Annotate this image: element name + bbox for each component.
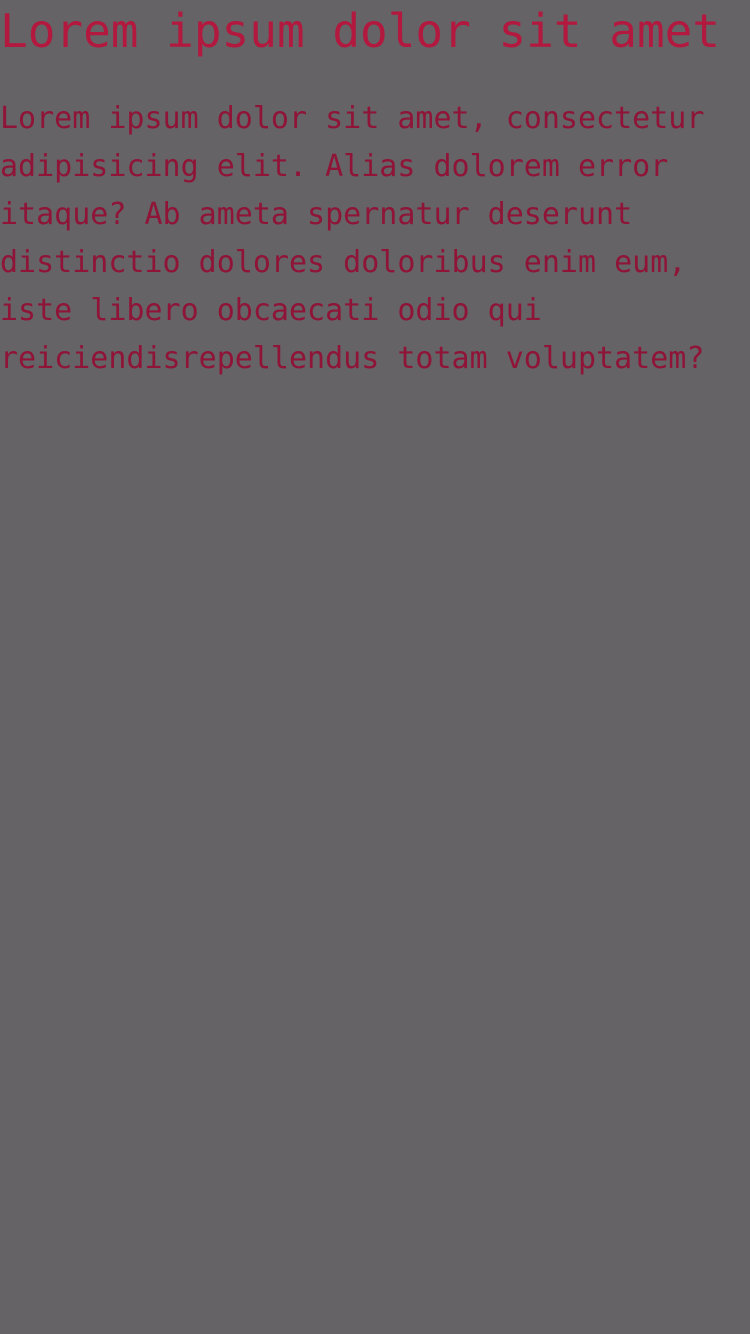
page-title: Lorem ipsum dolor sit amet (0, 4, 721, 58)
page-content: Lorem ipsum dolor sit amet Lorem ipsum d… (0, 0, 750, 1334)
body-paragraph: Lorem ipsum dolor sit amet, consectetur … (0, 101, 705, 376)
